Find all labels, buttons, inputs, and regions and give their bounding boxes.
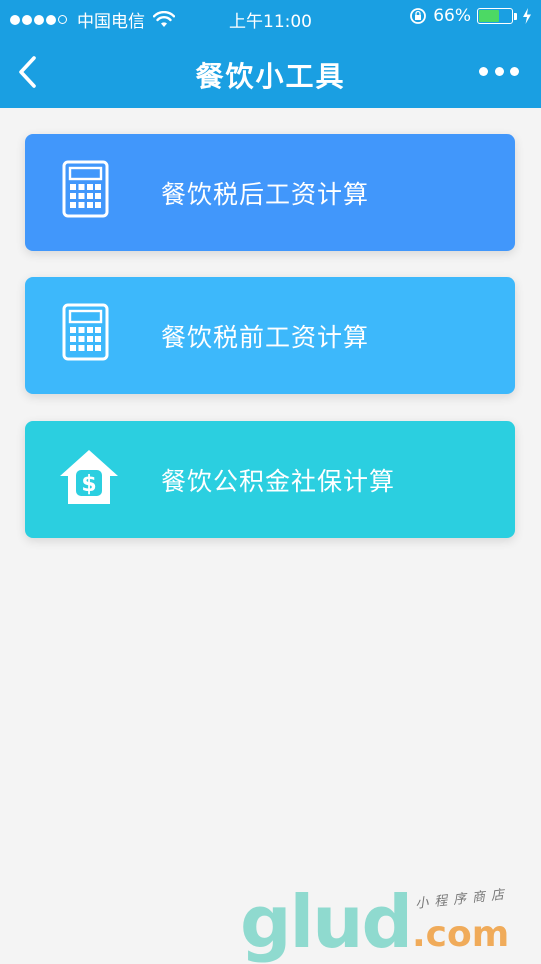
more-options-icon[interactable] [479,64,519,78]
battery-fill [479,10,500,22]
watermark-domain: .com [412,914,510,955]
housing-fund-social-security-button[interactable]: $ 餐饮公积金社保计算 [25,421,515,538]
watermark-subtitle: 小程序商店 [414,887,511,912]
battery-percent: 66% [433,6,471,26]
calculator-icon [62,303,109,361]
navigation-bar: 餐饮小工具 [0,36,541,108]
after-tax-salary-button[interactable]: 餐饮税后工资计算 [25,134,515,251]
charging-bolt-icon [523,8,531,24]
status-bar: 中国电信 上午11:00 66% [0,0,541,36]
battery-cap [514,12,517,20]
watermark-main: glud [240,880,413,964]
house-dollar-icon: $ [60,450,118,504]
pre-tax-salary-button[interactable]: 餐饮税前工资计算 [25,277,515,394]
watermark-logo: glud 小程序商店 .com [240,880,530,960]
card-label: 餐饮公积金社保计算 [161,467,396,496]
battery-icon [477,8,513,24]
calculator-icon [62,160,109,218]
status-right: 66% [409,6,533,26]
page-title: 餐饮小工具 [195,60,346,93]
rotation-lock-icon [410,8,427,24]
card-label: 餐饮税前工资计算 [161,323,370,352]
svg-text:$: $ [81,472,96,497]
card-label: 餐饮税后工资计算 [161,180,370,209]
